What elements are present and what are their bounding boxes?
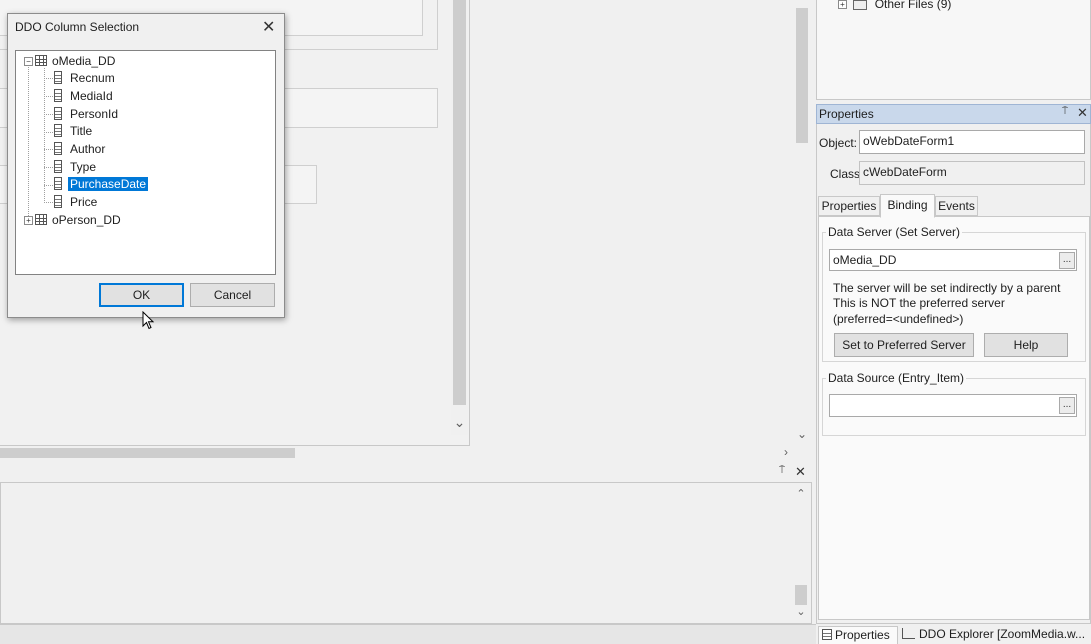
bottom-tab-properties-label: Properties (835, 628, 890, 642)
dialog-title: DDO Column Selection (15, 20, 140, 34)
bottom-tab-ddo-explorer-label: DDO Explorer [ZoomMedia.w... (919, 627, 1086, 641)
data-server-field[interactable]: oMedia_DD (829, 249, 1077, 271)
tree-node-label: Type (70, 160, 97, 174)
data-source-browse-button[interactable]: ... (1059, 397, 1075, 414)
pin-icon[interactable]: ⍑ (779, 465, 791, 481)
tree-node-label: MediaId (70, 89, 113, 103)
ok-button[interactable]: OK (99, 283, 184, 307)
tree-node-label: Price (70, 195, 98, 209)
properties-icon (822, 629, 832, 640)
bottom-tab-properties[interactable]: Properties (818, 626, 898, 644)
field-icon (54, 160, 62, 173)
field-icon (54, 89, 62, 102)
tree-node-field[interactable]: Price (52, 195, 99, 210)
field-icon (54, 107, 62, 120)
field-icon (54, 71, 62, 84)
help-button[interactable]: Help (984, 333, 1068, 357)
data-server-note-1: The server will be set indirectly by a p… (833, 281, 1061, 295)
table-icon (35, 214, 47, 225)
close-icon[interactable]: ✕ (795, 464, 809, 480)
data-server-browse-button[interactable]: ... (1059, 252, 1075, 269)
ddo-explorer-icon (902, 628, 915, 639)
expand-icon[interactable]: + (24, 216, 33, 226)
tree-node-label: PersonId (70, 107, 119, 121)
designer-scrollbar-thumb[interactable] (453, 0, 466, 405)
tree-node-field[interactable]: Type (52, 160, 98, 175)
class-label: Class (830, 167, 861, 181)
pin-icon[interactable]: ⍑ (1062, 106, 1068, 117)
bottom-tab-ddo-explorer[interactable]: DDO Explorer [ZoomMedia.w... (899, 626, 1091, 644)
tree-node-field-selected[interactable]: PurchaseDate (52, 177, 149, 192)
tree-node-label: Recnum (70, 71, 115, 85)
column-tree[interactable]: − oMedia_DD Recnum MediaId PersonId Title… (15, 50, 276, 275)
table-icon (35, 55, 47, 66)
main-horizontal-scrollbar-thumb[interactable] (0, 448, 295, 458)
field-icon (54, 142, 62, 155)
expand-icon[interactable]: + (838, 0, 847, 10)
tree-item-other-files[interactable]: + Other Files (9) (838, 0, 951, 12)
tab-properties[interactable]: Properties (818, 196, 880, 216)
tree-node-field[interactable]: Title (52, 124, 94, 139)
tree-node-label: Author (70, 142, 106, 156)
status-bar (0, 624, 816, 644)
output-panel-header (0, 463, 812, 483)
mouse-cursor-icon (142, 311, 155, 330)
workspace-panel (816, 0, 1091, 100)
tab-binding[interactable]: Binding (880, 194, 935, 218)
tab-events[interactable]: Events (935, 196, 978, 216)
tree-node-label: Title (70, 124, 93, 138)
output-panel (0, 463, 812, 624)
cancel-button[interactable]: Cancel (190, 283, 275, 307)
tree-connector (28, 64, 29, 220)
chevron-down-icon[interactable]: ⌄ (792, 605, 810, 621)
data-source-group-title: Data Source (Entry_Item) (826, 371, 967, 385)
tree-node-field[interactable]: PersonId (52, 107, 120, 122)
tree-node-label: oMedia_DD (52, 54, 116, 68)
chevron-down-icon[interactable]: ⌄ (451, 412, 468, 432)
class-field: cWebDateForm (859, 161, 1085, 185)
chevron-down-icon[interactable]: ⌄ (793, 425, 811, 443)
chevron-right-icon[interactable]: › (778, 444, 794, 460)
tree-node-omedia-dd[interactable]: − oMedia_DD (24, 54, 117, 69)
main-vertical-scrollbar-thumb[interactable] (796, 8, 808, 143)
set-preferred-server-button[interactable]: Set to Preferred Server (834, 333, 974, 357)
data-server-note-3: (preferred=<undefined>) (833, 312, 964, 326)
chevron-up-icon[interactable]: ⌃ (792, 487, 810, 503)
tree-node-field[interactable]: MediaId (52, 89, 115, 104)
properties-panel-title: Properties (819, 107, 874, 121)
close-icon[interactable]: ✕ (1077, 105, 1088, 121)
object-label: Object: (819, 136, 858, 150)
tree-node-label: oPerson_DD (52, 213, 121, 227)
folder-icon (853, 0, 868, 10)
field-icon (54, 124, 62, 137)
field-icon (54, 195, 62, 208)
tree-node-field[interactable]: Recnum (52, 71, 117, 86)
field-icon (54, 177, 62, 190)
data-source-field[interactable] (829, 394, 1077, 417)
data-server-note-2: This is NOT the preferred server (833, 296, 1005, 310)
tree-connector (44, 68, 45, 203)
tree-item-label: Other Files (9) (874, 0, 952, 11)
tree-node-label: PurchaseDate (68, 177, 149, 191)
data-server-group-title: Data Server (Set Server) (826, 225, 963, 239)
collapse-icon[interactable]: − (24, 57, 33, 67)
object-field[interactable]: oWebDateForm1 (859, 130, 1085, 154)
tree-node-field[interactable]: Author (52, 142, 107, 157)
close-icon[interactable]: ✕ (262, 17, 275, 37)
output-scrollbar-thumb[interactable] (795, 585, 807, 605)
tree-node-operson-dd[interactable]: + oPerson_DD (24, 213, 123, 228)
